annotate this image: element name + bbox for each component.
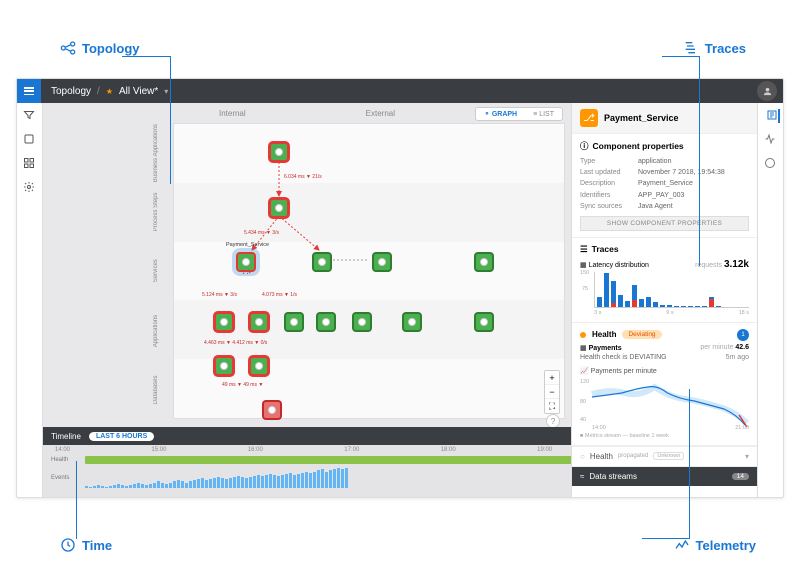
row-label: Business Applications [143, 123, 169, 182]
latency-icon: ▦ [580, 262, 587, 269]
graph-node[interactable] [284, 312, 304, 332]
breadcrumb-view[interactable]: All View* [119, 86, 158, 97]
graph-node[interactable] [262, 400, 282, 420]
row-label: Databases [143, 360, 169, 419]
traces-icon: ☰ [580, 244, 588, 255]
chevron-down-icon: ▾ [745, 452, 749, 461]
graph-icon: ⚬ [484, 110, 490, 118]
app-window: Topology / ★ All View* ▾ Internal Extern… [16, 78, 784, 498]
left-sidebar [17, 103, 43, 497]
stream-icon: ≈ [580, 472, 584, 481]
list-icon: ≡ [533, 111, 537, 118]
section-health-propagated[interactable]: ○ Health propagated Unknown ▾ [572, 446, 757, 466]
menu-button[interactable] [17, 79, 41, 103]
row-label: Services [143, 241, 169, 300]
annotation-time: Time [60, 537, 112, 553]
health-state-pill: Deviating [622, 330, 661, 339]
row-label: Process Steps [143, 182, 169, 241]
telemetry-icon [674, 537, 690, 553]
payments-chart[interactable]: 120 80 40 14:00 21:00 [580, 379, 749, 431]
range-pill[interactable]: LAST 6 HOURS [89, 432, 154, 441]
breadcrumb: Topology / ★ All View* ▾ [51, 86, 168, 97]
tab-external[interactable]: External [366, 109, 395, 118]
view-graph-button[interactable]: ⚬GRAPH [476, 108, 525, 120]
zoom-fit-button[interactable]: ⛶ [545, 399, 559, 413]
annotation-topology: Topology [60, 40, 140, 56]
graph-node[interactable] [352, 312, 372, 332]
details-tab-icon[interactable] [766, 109, 780, 123]
row-label: Applications [143, 301, 169, 360]
section-data-streams[interactable]: ≈ Data streams 14 [572, 466, 757, 486]
time-icon [60, 537, 76, 553]
grid-icon[interactable] [23, 157, 37, 171]
right-rail [757, 103, 783, 497]
zoom-controls: + − ⛶ [544, 370, 560, 414]
view-toggle: ⚬GRAPH ≡LIST [475, 107, 563, 121]
timeline-health-label: Health [51, 457, 79, 463]
traces-icon [683, 40, 699, 56]
graph-node[interactable] [249, 312, 269, 332]
graph-node-selected[interactable] [236, 252, 256, 272]
timeline-title: Timeline [51, 432, 81, 441]
graph-node[interactable] [249, 356, 269, 376]
close-panel-icon[interactable] [764, 157, 778, 171]
filter-icon[interactable] [23, 109, 37, 123]
line-chart-icon: 📈 [580, 368, 589, 375]
show-props-button[interactable]: SHOW COMPONENT PROPERTIES [580, 216, 749, 231]
chevron-down-icon[interactable]: ▾ [164, 87, 168, 96]
graph-node[interactable] [269, 142, 289, 162]
tab-internal[interactable]: Internal [219, 109, 246, 118]
info-icon: ⓘ [580, 140, 589, 152]
annotation-traces: Traces [683, 40, 746, 56]
gear-icon[interactable] [23, 181, 37, 195]
zoom-in-button[interactable]: + [545, 371, 559, 385]
user-avatar[interactable] [757, 81, 777, 101]
health-count-badge: 1 [737, 329, 749, 341]
breadcrumb-root[interactable]: Topology [51, 86, 91, 97]
graph-node[interactable] [214, 356, 234, 376]
graph-node[interactable] [372, 252, 392, 272]
view-list-button[interactable]: ≡LIST [525, 108, 562, 120]
zoom-out-button[interactable]: − [545, 385, 559, 399]
activity-tab-icon[interactable] [764, 133, 778, 147]
graph-node[interactable] [214, 312, 234, 332]
topbar: Topology / ★ All View* ▾ [17, 79, 783, 103]
annotation-telemetry: Telemetry [674, 537, 756, 553]
topology-graph[interactable]: 6.034 ms ▼ 21/s Payment_Service 5.434 ms… [173, 123, 565, 419]
payments-icon: ▦ [580, 345, 587, 352]
graph-node[interactable] [316, 312, 336, 332]
graph-node[interactable] [474, 312, 494, 332]
component-icon: ⎇ [580, 109, 598, 127]
star-icon[interactable]: ★ [106, 87, 113, 96]
latency-chart[interactable] [594, 272, 749, 308]
timeline-events-label: Events [51, 475, 79, 481]
graph-node[interactable] [402, 312, 422, 332]
topology-icon [60, 40, 76, 56]
selected-node-label: Payment_Service [226, 242, 269, 248]
right-panel: ⎇ Payment_Service ⓘComponent properties … [571, 103, 757, 497]
graph-node[interactable] [269, 198, 289, 218]
help-button[interactable]: ? [546, 414, 560, 428]
graph-node[interactable] [474, 252, 494, 272]
graph-node[interactable] [312, 252, 332, 272]
layers-icon[interactable] [23, 133, 37, 147]
main-canvas: Internal External ⚬GRAPH ≡LIST Business … [43, 103, 571, 427]
component-name: Payment_Service [604, 113, 679, 123]
